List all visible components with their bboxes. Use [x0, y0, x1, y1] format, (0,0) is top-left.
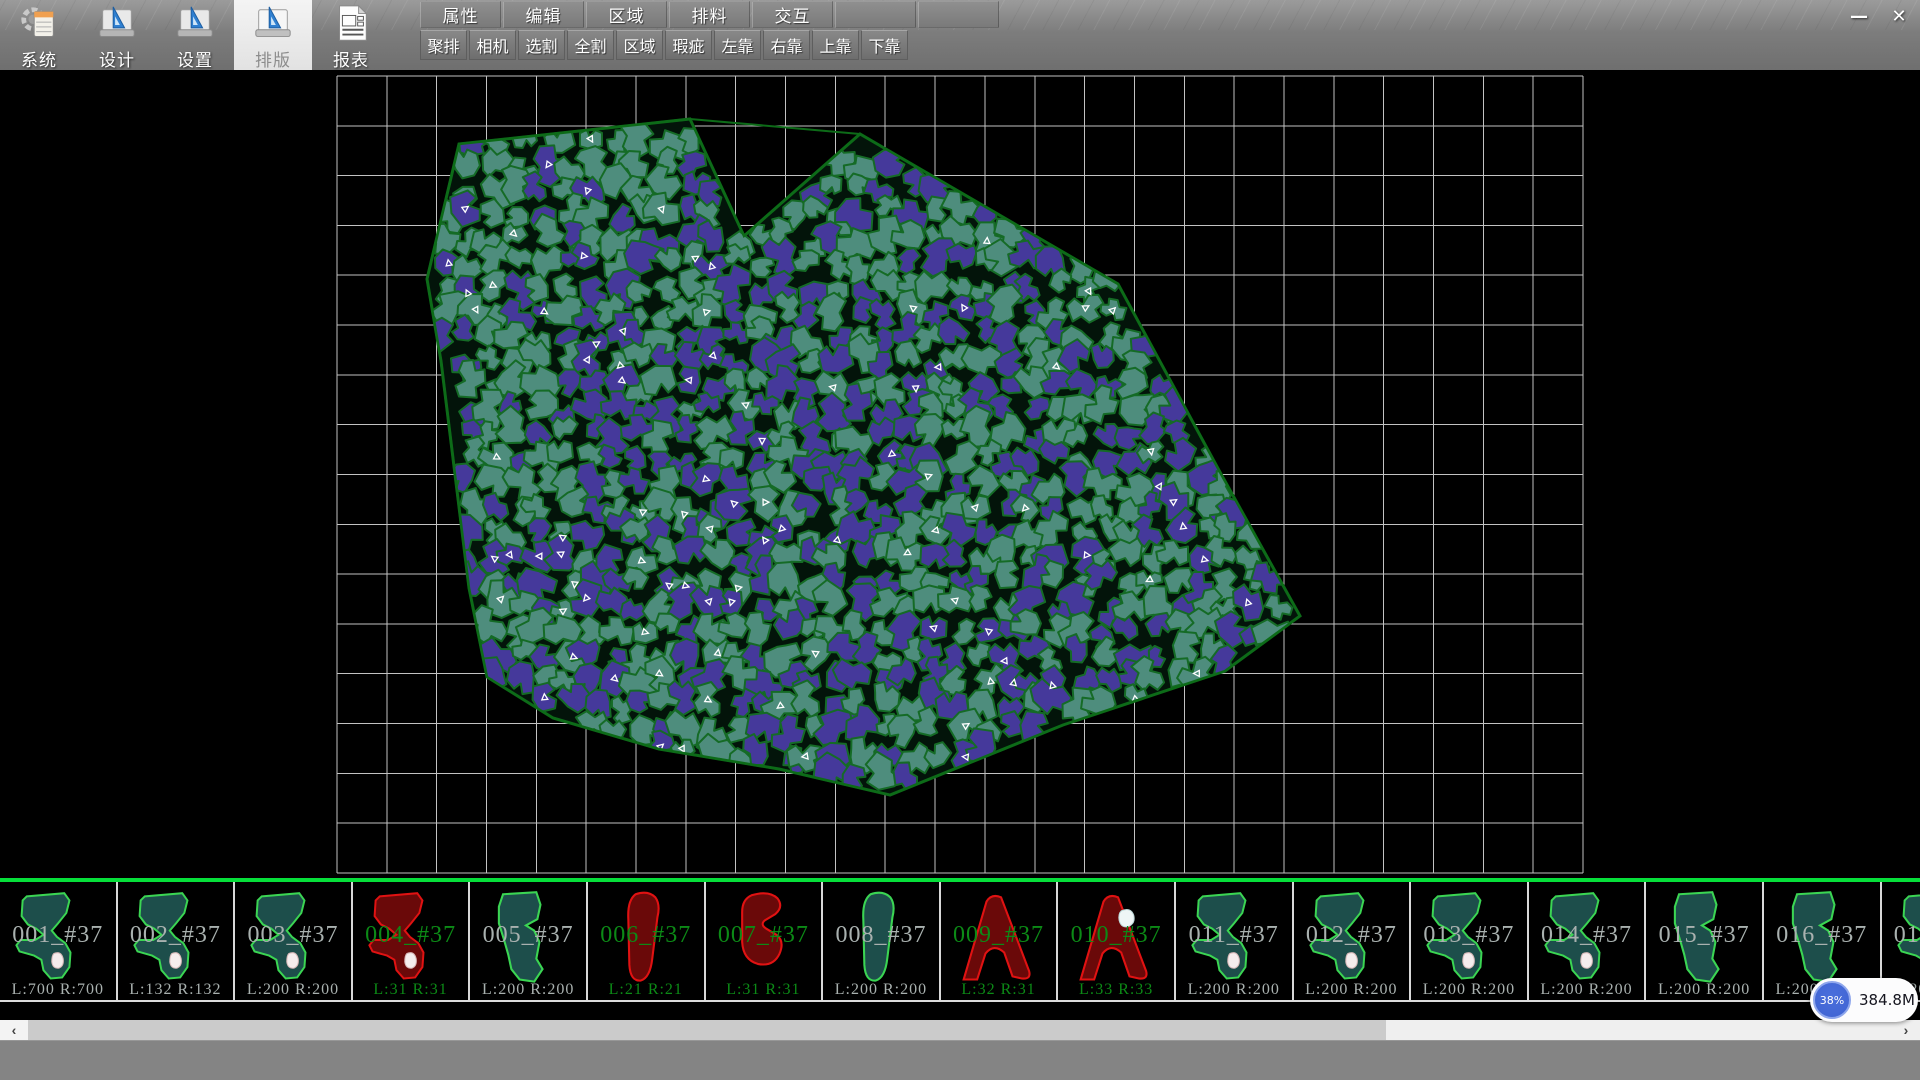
minimize-button[interactable]: — [1842, 2, 1876, 30]
piece-shape [1182, 884, 1286, 996]
main-button-3[interactable]: 设置 [156, 0, 234, 70]
tool-button-4[interactable]: 全割 [567, 30, 614, 60]
piece-thumbnail-003_#37[interactable]: 003_#37L:200 R:200 [235, 882, 353, 1002]
piece-shape [829, 884, 933, 996]
piece-shape [1300, 884, 1404, 996]
main-button-label: 设计 [99, 46, 135, 71]
piece-thumbnail-007_#37[interactable]: 007_#37L:31 R:31 [706, 882, 824, 1002]
tool-button-2[interactable]: 相机 [469, 30, 516, 60]
piece-shape [1535, 884, 1639, 996]
tool-button-10[interactable]: 下靠 [861, 30, 908, 60]
piece-shape [712, 884, 816, 996]
menu-tab-2[interactable]: 编辑 [503, 1, 584, 28]
piece-shape [241, 884, 345, 996]
nesting-icon [252, 4, 294, 44]
piece-shape [1652, 884, 1756, 996]
main-button-2[interactable]: 设计 [78, 0, 156, 70]
piece-thumbnail-004_#37[interactable]: 004_#37L:31 R:31 [353, 882, 471, 1002]
piece-thumbnail-strip: 001_#37L:700 R:700002_#37L:132 R:132003_… [0, 878, 1920, 1004]
tool-button-9[interactable]: 上靠 [812, 30, 859, 60]
tool-button-5[interactable]: 区域 [616, 30, 663, 60]
tool-button-1[interactable]: 聚排 [420, 30, 467, 60]
menu-tab-row: 属性编辑区域排料交互 [420, 1, 1001, 28]
design-icon [96, 4, 138, 44]
piece-thumbnail-011_#37[interactable]: 011_#37L:200 R:200 [1176, 882, 1294, 1002]
menu-tab-5[interactable]: 交互 [752, 1, 833, 28]
piece-shape [6, 884, 110, 996]
piece-thumbnail-list: 001_#37L:700 R:700002_#37L:132 R:132003_… [0, 882, 1920, 1002]
main-button-5[interactable]: 报表 [312, 0, 390, 70]
nesting-layout-svg [0, 70, 1920, 878]
main-button-label: 设置 [177, 46, 213, 71]
main-button-label: 系统 [21, 46, 57, 71]
piece-shape [476, 884, 580, 996]
main-button-label: 排版 [255, 46, 291, 71]
horizontal-scrollbar[interactable]: ‹ › [0, 1020, 1920, 1040]
menu-tab-empty[interactable] [918, 1, 999, 28]
system-icon [18, 4, 60, 44]
tool-button-row: 聚排相机选割全割区域瑕疵左靠右靠上靠下靠 [420, 30, 910, 60]
main-button-1[interactable]: 系统 [0, 0, 78, 70]
scroll-left-button[interactable]: ‹ [0, 1020, 28, 1040]
piece-thumbnail-012_#37[interactable]: 012_#37L:200 R:200 [1294, 882, 1412, 1002]
piece-thumbnail-008_#37[interactable]: 008_#37L:200 R:200 [823, 882, 941, 1002]
piece-thumbnail-006_#37[interactable]: 006_#37L:21 R:21 [588, 882, 706, 1002]
piece-thumbnail-001_#37[interactable]: 001_#37L:700 R:700 [0, 882, 118, 1002]
menu-tab-empty[interactable] [835, 1, 916, 28]
piece-thumbnail-015_#37[interactable]: 015_#37L:200 R:200 [1646, 882, 1764, 1002]
piece-shape [124, 884, 228, 996]
main-button-label: 报表 [333, 46, 369, 71]
piece-thumbnail-014_#37[interactable]: 014_#37L:200 R:200 [1529, 882, 1647, 1002]
piece-thumbnail-002_#37[interactable]: 002_#37L:132 R:132 [118, 882, 236, 1002]
piece-shape [594, 884, 698, 996]
window-controls: — ✕ [1842, 2, 1916, 30]
menu-tab-1[interactable]: 属性 [420, 1, 501, 28]
piece-thumbnail-005_#37[interactable]: 005_#37L:200 R:200 [470, 882, 588, 1002]
piece-shape [359, 884, 463, 996]
tool-button-7[interactable]: 左靠 [714, 30, 761, 60]
memory-usage-text: 384.8M [1859, 991, 1915, 1009]
piece-thumbnail-009_#37[interactable]: 009_#37L:32 R:31 [941, 882, 1059, 1002]
main-button-4[interactable]: 排版 [234, 0, 312, 70]
piece-thumbnail-010_#37[interactable]: 010_#37L:33 R:33 [1058, 882, 1176, 1002]
memory-progress-pill: 38% 384.8M [1810, 978, 1918, 1022]
toolbar: 系统设计设置排版报表 属性编辑区域排料交互 聚排相机选割全割区域瑕疵左靠右靠上靠… [0, 0, 1920, 70]
settings-icon [174, 4, 216, 44]
piece-shape [1417, 884, 1521, 996]
scroll-right-button[interactable]: › [1892, 1020, 1920, 1040]
scrollbar-thumb[interactable] [28, 1020, 1386, 1040]
main-button-group: 系统 设计 设置 排版 报表 [0, 0, 390, 70]
tool-button-8[interactable]: 右靠 [763, 30, 810, 60]
progress-percent-badge: 38% [1813, 981, 1851, 1019]
piece-thumbnail-013_#37[interactable]: 013_#37L:200 R:200 [1411, 882, 1529, 1002]
report-icon [330, 4, 372, 44]
status-bar [0, 1040, 1920, 1080]
close-button[interactable]: ✕ [1882, 2, 1916, 30]
app-window: 系统设计设置排版报表 属性编辑区域排料交互 聚排相机选割全割区域瑕疵左靠右靠上靠… [0, 0, 1920, 1080]
piece-shape [1064, 884, 1168, 996]
hide-notch-line [690, 119, 860, 134]
nested-pieces [416, 113, 1299, 796]
nesting-canvas[interactable] [0, 70, 1920, 878]
tool-button-6[interactable]: 瑕疵 [665, 30, 712, 60]
menu-tab-3[interactable]: 区域 [586, 1, 667, 28]
tool-button-3[interactable]: 选割 [518, 30, 565, 60]
piece-shape [947, 884, 1051, 996]
menu-tab-4[interactable]: 排料 [669, 1, 750, 28]
